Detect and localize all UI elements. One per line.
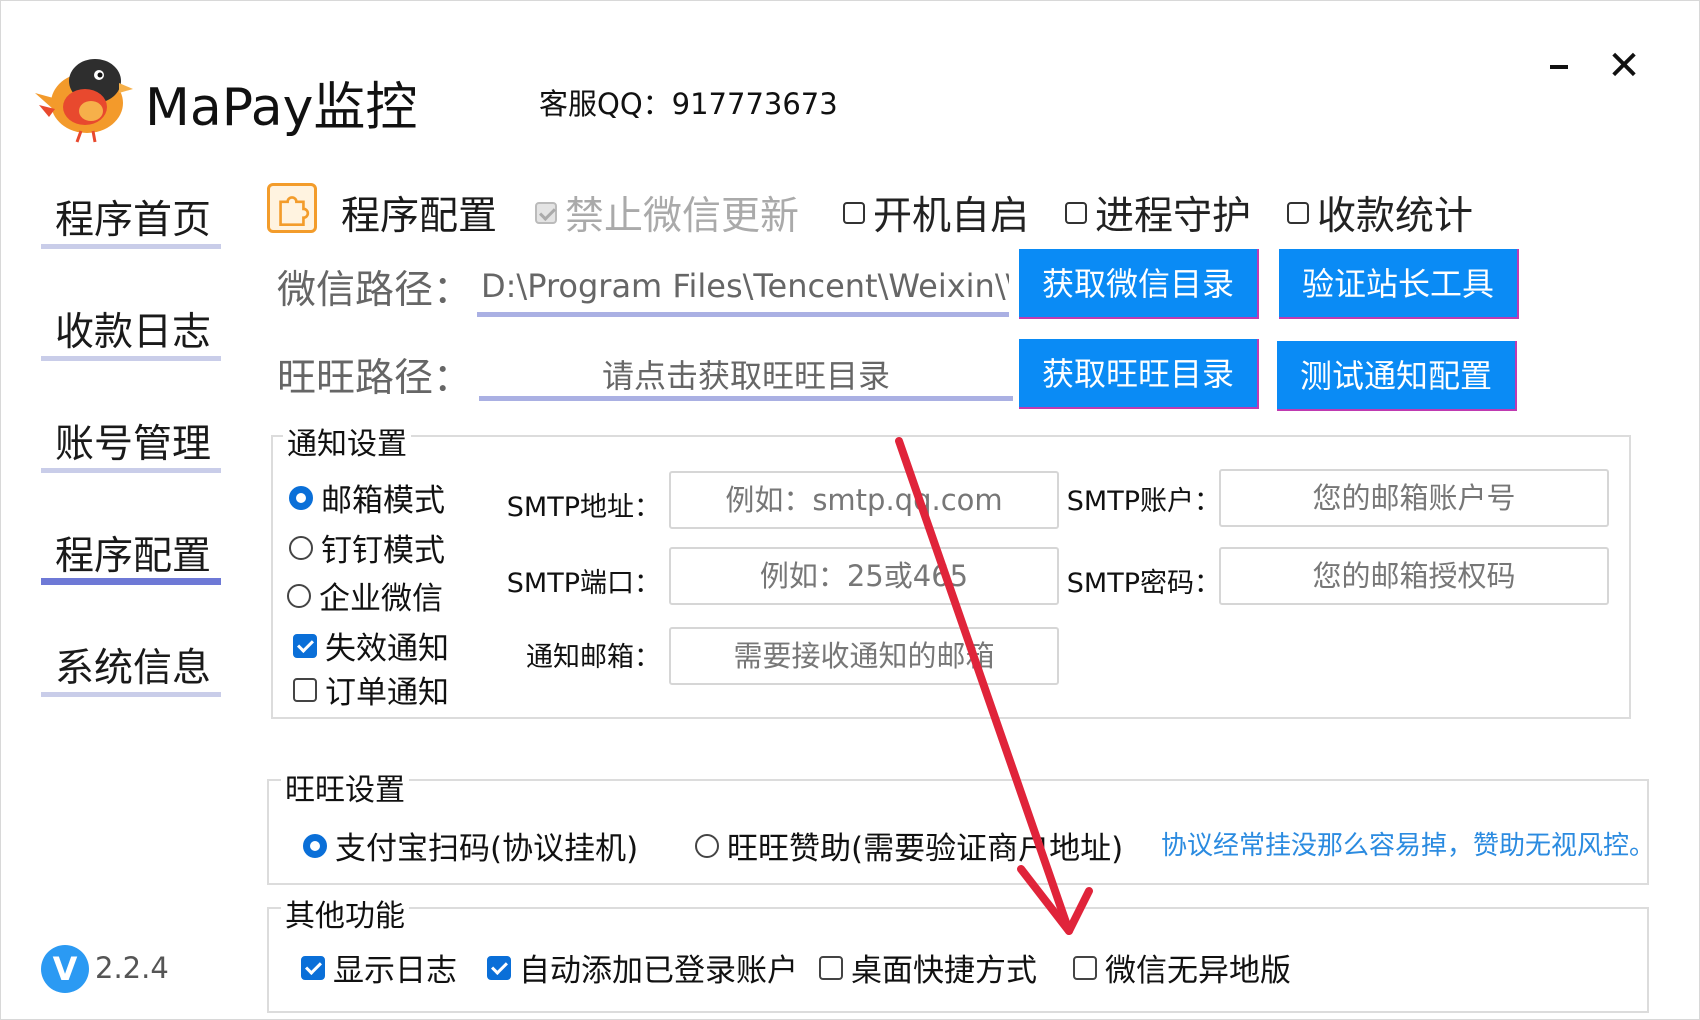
wangwang-path-label: 旺旺路径：: [277, 356, 473, 401]
show-log-checkbox[interactable]: 显示日志: [301, 945, 457, 990]
radio-label: 钉钉模式: [321, 533, 445, 569]
disable-wechat-update-checkbox[interactable]: 禁止微信更新: [535, 185, 799, 241]
wangwang-note: 协议经常挂没那么容易掉，赞助无视风控。: [1161, 831, 1656, 861]
close-icon: ✕: [1607, 43, 1641, 89]
radio-dot: [289, 485, 313, 510]
radio-dot: [287, 583, 311, 608]
sidebar-item-payment-log[interactable]: 收款日志: [41, 281, 221, 361]
checkbox-box: [1073, 955, 1097, 980]
auto-add-account-checkbox[interactable]: 自动添加已登录账户: [487, 945, 798, 990]
sidebar-item-home[interactable]: 程序首页: [41, 169, 221, 249]
desktop-shortcut-checkbox[interactable]: 桌面快捷方式: [819, 945, 1037, 990]
checkbox-box: [301, 955, 325, 980]
version-icon: V: [41, 945, 89, 993]
close-button[interactable]: ✕: [1601, 43, 1647, 89]
minimize-icon: [1550, 65, 1568, 69]
checkbox-label: 桌面快捷方式: [851, 953, 1037, 989]
minimize-button[interactable]: [1537, 45, 1581, 89]
sidebar-item-system-info[interactable]: 系统信息: [41, 617, 221, 697]
checkbox-box: [1287, 202, 1309, 224]
smtp-password-label: SMTP密码：: [1066, 568, 1221, 599]
puzzle-icon: [267, 183, 317, 233]
sidebar-item-underline: [41, 468, 221, 473]
mode-email-radio[interactable]: 邮箱模式: [289, 475, 445, 520]
radio-label: 邮箱模式: [321, 483, 445, 519]
checkbox-label: 显示日志: [333, 953, 457, 989]
bird-logo-icon: [35, 59, 133, 143]
notify-mail-label: 通知邮箱：: [526, 642, 661, 673]
autostart-checkbox[interactable]: 开机自启: [843, 185, 1029, 241]
checkbox-label: 禁止微信更新: [565, 194, 800, 239]
test-notify-button[interactable]: 测试通知配置: [1277, 341, 1517, 411]
radio-label: 旺旺赞助(需要验证商户地址): [727, 831, 1124, 867]
checkbox-box: [487, 955, 511, 980]
smtp-address-input[interactable]: 例如：smtp.qq.com: [669, 471, 1059, 529]
app-window: MaPay监控 客服QQ：917773673 ✕ 程序首页 收款日志 账号管理 …: [0, 0, 1700, 1020]
smtp-password-input[interactable]: 您的邮箱授权码: [1219, 547, 1609, 605]
mode-wecom-radio[interactable]: 企业微信: [287, 573, 443, 618]
wangwang-sponsor-radio[interactable]: 旺旺赞助(需要验证商户地址): [695, 823, 1123, 868]
checkbox-label: 订单通知: [325, 675, 449, 711]
checkbox-box: [1065, 202, 1087, 224]
sidebar-item-label: 系统信息: [55, 646, 212, 691]
payment-stats-checkbox[interactable]: 收款统计: [1287, 185, 1473, 241]
sidebar-item-config[interactable]: 程序配置: [41, 505, 221, 585]
sidebar-item-underline: [41, 692, 221, 697]
radio-dot: [289, 535, 313, 560]
wangwang-path-input[interactable]: 请点击获取旺旺目录: [479, 339, 1013, 401]
checkbox-label: 失效通知: [325, 631, 449, 667]
other-features-title: 其他功能: [281, 891, 409, 935]
version-number: 2.2.4: [95, 951, 169, 985]
checkbox-box: [535, 202, 557, 224]
failure-notify-checkbox[interactable]: 失效通知: [293, 623, 449, 668]
smtp-port-label: SMTP端口：: [506, 568, 661, 599]
verify-tool-button[interactable]: 验证站长工具: [1279, 249, 1519, 319]
section-title: 程序配置: [341, 194, 498, 239]
checkbox-box: [293, 633, 317, 658]
checkbox-box: [843, 202, 865, 224]
order-notify-checkbox[interactable]: 订单通知: [293, 667, 449, 712]
wechat-path-label: 微信路径：: [277, 268, 473, 313]
checkbox-label: 进程守护: [1095, 194, 1252, 239]
radio-dot: [695, 833, 719, 858]
get-wechat-dir-button[interactable]: 获取微信目录: [1019, 249, 1259, 319]
checkbox-label: 自动添加已登录账户: [519, 953, 798, 989]
sidebar-item-label: 账号管理: [55, 422, 212, 467]
wechat-no-remote-checkbox[interactable]: 微信无异地版: [1073, 945, 1291, 990]
process-guard-checkbox[interactable]: 进程守护: [1065, 185, 1251, 241]
radio-label: 支付宝扫码(协议挂机): [335, 831, 639, 867]
checkbox-box: [819, 955, 843, 980]
checkbox-label: 收款统计: [1317, 194, 1474, 239]
app-title: MaPay监控: [145, 78, 418, 138]
sidebar-item-label: 收款日志: [55, 310, 212, 355]
sidebar-item-underline: [41, 244, 221, 249]
smtp-port-input[interactable]: 例如：25或465: [669, 547, 1059, 605]
customer-service-qq: 客服QQ：917773673: [539, 87, 838, 121]
get-wangwang-dir-button[interactable]: 获取旺旺目录: [1019, 339, 1259, 409]
smtp-account-input[interactable]: 您的邮箱账户号: [1219, 469, 1609, 527]
sidebar-item-label: 程序首页: [55, 198, 212, 243]
wechat-path-input[interactable]: D:\Program Files\Tencent\Weixin\\: [477, 255, 1009, 317]
mode-dingtalk-radio[interactable]: 钉钉模式: [289, 525, 445, 570]
sidebar-item-underline: [41, 356, 221, 361]
alipay-scan-radio[interactable]: 支付宝扫码(协议挂机): [303, 823, 638, 868]
radio-label: 企业微信: [319, 581, 443, 617]
notify-mail-input[interactable]: 需要接收通知的邮箱: [669, 627, 1059, 685]
checkbox-box: [293, 677, 317, 702]
wangwang-settings-title: 旺旺设置: [281, 765, 409, 809]
smtp-address-label: SMTP地址：: [506, 492, 661, 523]
sidebar-item-underline: [41, 578, 221, 585]
sidebar-item-label: 程序配置: [55, 534, 212, 579]
sidebar-item-accounts[interactable]: 账号管理: [41, 393, 221, 473]
checkbox-label: 开机自启: [873, 194, 1030, 239]
checkbox-label: 微信无异地版: [1105, 953, 1291, 989]
radio-dot: [303, 833, 327, 858]
notify-settings-title: 通知设置: [283, 419, 411, 463]
smtp-account-label: SMTP账户：: [1066, 486, 1221, 517]
